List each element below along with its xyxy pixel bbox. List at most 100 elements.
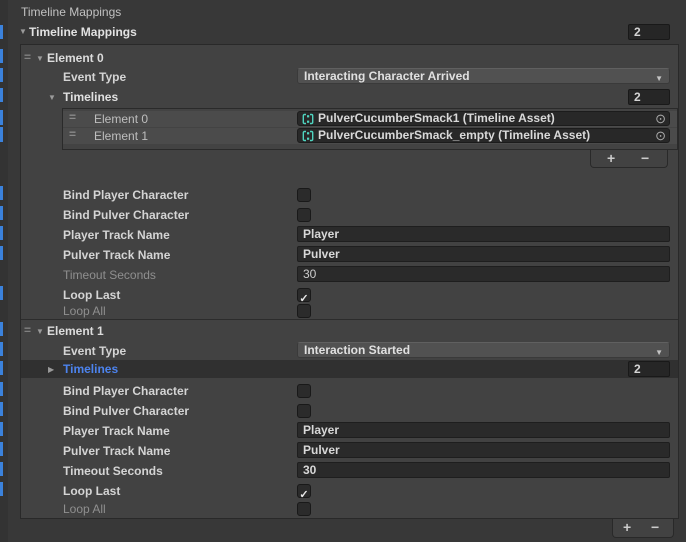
timeline-list-item[interactable]: = Element 1 PulverCucumberSmack_empty (T…	[63, 128, 677, 144]
loop-all-label: Loop All	[63, 302, 106, 320]
timelines-foldout-row[interactable]: ▶ Timelines 2	[21, 360, 678, 380]
player-track-row: Player Track Name Player	[21, 226, 678, 246]
add-button[interactable]: +	[623, 519, 631, 536]
foldout-open-icon[interactable]: ▼	[36, 50, 44, 68]
remove-button[interactable]: −	[651, 519, 659, 536]
event-type-row: Event Type Interaction Started ▼	[21, 342, 678, 362]
pulver-track-input[interactable]: Pulver	[297, 442, 670, 458]
override-indicator	[0, 462, 3, 476]
dropdown-arrow-icon: ▼	[655, 72, 663, 86]
bind-pulver-row: Bind Pulver Character	[21, 402, 678, 422]
timelines-foldout-label[interactable]: Timelines	[63, 360, 118, 378]
override-indicator	[0, 361, 3, 375]
dropdown-arrow-icon: ▼	[655, 346, 663, 360]
timelines-size-field[interactable]: 2	[628, 361, 670, 377]
loop-last-row: Loop Last ✓	[21, 482, 678, 502]
bind-player-checkbox[interactable]	[297, 188, 311, 202]
override-indicator	[0, 442, 3, 456]
override-indicator	[0, 127, 3, 142]
drag-handle-icon[interactable]: =	[69, 109, 76, 125]
timeout-input[interactable]: 30	[297, 462, 670, 478]
loop-last-checkbox[interactable]: ✓	[297, 484, 311, 498]
timeline-list-item[interactable]: = Element 0 PulverCucumberSmack1 (Timeli…	[63, 111, 677, 127]
timeline-asset-icon	[302, 130, 314, 142]
foldout-open-icon[interactable]: ▼	[48, 89, 56, 107]
bind-player-checkbox[interactable]	[297, 384, 311, 398]
remove-button[interactable]: −	[641, 150, 649, 167]
player-track-label: Player Track Name	[63, 226, 170, 244]
foldout-open-icon[interactable]: ▼	[36, 323, 44, 341]
list-item-label: Element 1	[94, 128, 148, 144]
timelines-list-box: = Element 0 PulverCucumberSmack1 (Timeli…	[62, 108, 678, 150]
timeline-asset-icon	[302, 113, 314, 125]
timelines-foldout-label[interactable]: Timelines	[63, 88, 118, 106]
loop-last-label: Loop Last	[63, 482, 120, 500]
override-indicator	[0, 342, 3, 356]
property-label: Timeline Mappings	[21, 4, 121, 20]
timeout-input[interactable]: 30	[297, 266, 670, 282]
pulver-track-label: Pulver Track Name	[63, 246, 170, 264]
bind-pulver-checkbox[interactable]	[297, 208, 311, 222]
loop-all-checkbox[interactable]	[297, 304, 311, 318]
element-1-header[interactable]: = ▼ Element 1	[21, 322, 678, 342]
element-title[interactable]: Element 1	[47, 322, 104, 340]
object-picker-icon[interactable]: ⊙	[655, 112, 666, 125]
object-field[interactable]: PulverCucumberSmack_empty (Timeline Asse…	[297, 128, 670, 143]
timeline-mappings-list-box: = ▼ Element 0 Event Type Interacting Cha…	[20, 44, 679, 519]
event-type-row: Event Type Interacting Character Arrived…	[21, 68, 678, 88]
bind-player-row: Bind Player Character	[21, 186, 678, 206]
override-indicator	[0, 49, 3, 63]
event-type-dropdown[interactable]: Interaction Started ▼	[297, 342, 670, 358]
player-track-input[interactable]: Player	[297, 226, 670, 242]
timeout-label: Timeout Seconds	[63, 462, 163, 480]
loop-all-label: Loop All	[63, 500, 106, 518]
drag-handle-icon[interactable]: =	[24, 48, 31, 66]
element-0-header[interactable]: = ▼ Element 0	[21, 49, 678, 69]
object-field[interactable]: PulverCucumberSmack1 (Timeline Asset) ⊙	[297, 111, 670, 126]
override-indicator	[0, 68, 3, 82]
array-size-field[interactable]: 2	[628, 24, 670, 40]
pulver-track-input[interactable]: Pulver	[297, 246, 670, 262]
override-indicator	[0, 110, 3, 125]
override-indicator	[0, 246, 3, 260]
event-type-label: Event Type	[63, 342, 126, 360]
object-field-value: PulverCucumberSmack1 (Timeline Asset)	[318, 112, 555, 125]
player-track-input[interactable]: Player	[297, 422, 670, 438]
element-title[interactable]: Element 0	[47, 49, 104, 67]
foldout-closed-icon[interactable]: ▶	[48, 361, 54, 379]
drag-handle-icon[interactable]: =	[24, 321, 31, 339]
override-indicator	[0, 226, 3, 240]
event-type-label: Event Type	[63, 68, 126, 86]
override-indicator	[0, 25, 3, 39]
dropdown-value: Interacting Character Arrived	[304, 69, 470, 83]
add-button[interactable]: +	[607, 150, 615, 167]
list-item-label: Element 0	[94, 111, 148, 127]
pulver-track-row: Pulver Track Name Pulver	[21, 246, 678, 266]
event-type-dropdown[interactable]: Interacting Character Arrived ▼	[297, 68, 670, 84]
bind-pulver-checkbox[interactable]	[297, 404, 311, 418]
loop-last-checkbox[interactable]: ✓	[297, 288, 311, 302]
override-indicator	[0, 206, 3, 220]
unity-inspector-panel: Timeline Mappings ▼ Timeline Mappings 2 …	[0, 0, 686, 542]
timeline-mappings-list-footer: + −	[612, 519, 674, 538]
timeline-mappings-header[interactable]: ▼ Timeline Mappings	[8, 23, 686, 41]
player-track-label: Player Track Name	[63, 422, 170, 440]
override-indicator	[0, 186, 3, 200]
foldout-open-icon[interactable]: ▼	[19, 24, 27, 40]
timelines-size-field[interactable]: 2	[628, 89, 670, 105]
override-indicator	[0, 422, 3, 436]
object-picker-icon[interactable]: ⊙	[655, 129, 666, 142]
override-indicator	[0, 88, 3, 102]
timeline-mappings-foldout-label[interactable]: Timeline Mappings	[29, 23, 137, 41]
override-indicator	[0, 286, 3, 300]
timeout-label: Timeout Seconds	[63, 266, 156, 284]
timeout-row: Timeout Seconds 30	[21, 266, 678, 286]
drag-handle-icon[interactable]: =	[69, 126, 76, 142]
element-separator	[21, 319, 678, 320]
loop-all-checkbox[interactable]	[297, 502, 311, 516]
dropdown-value: Interaction Started	[304, 343, 410, 357]
timelines-foldout-row[interactable]: ▼ Timelines 2	[21, 88, 678, 108]
loop-all-row: Loop All	[21, 500, 678, 520]
bind-pulver-label: Bind Pulver Character	[63, 206, 189, 224]
bind-pulver-row: Bind Pulver Character	[21, 206, 678, 226]
